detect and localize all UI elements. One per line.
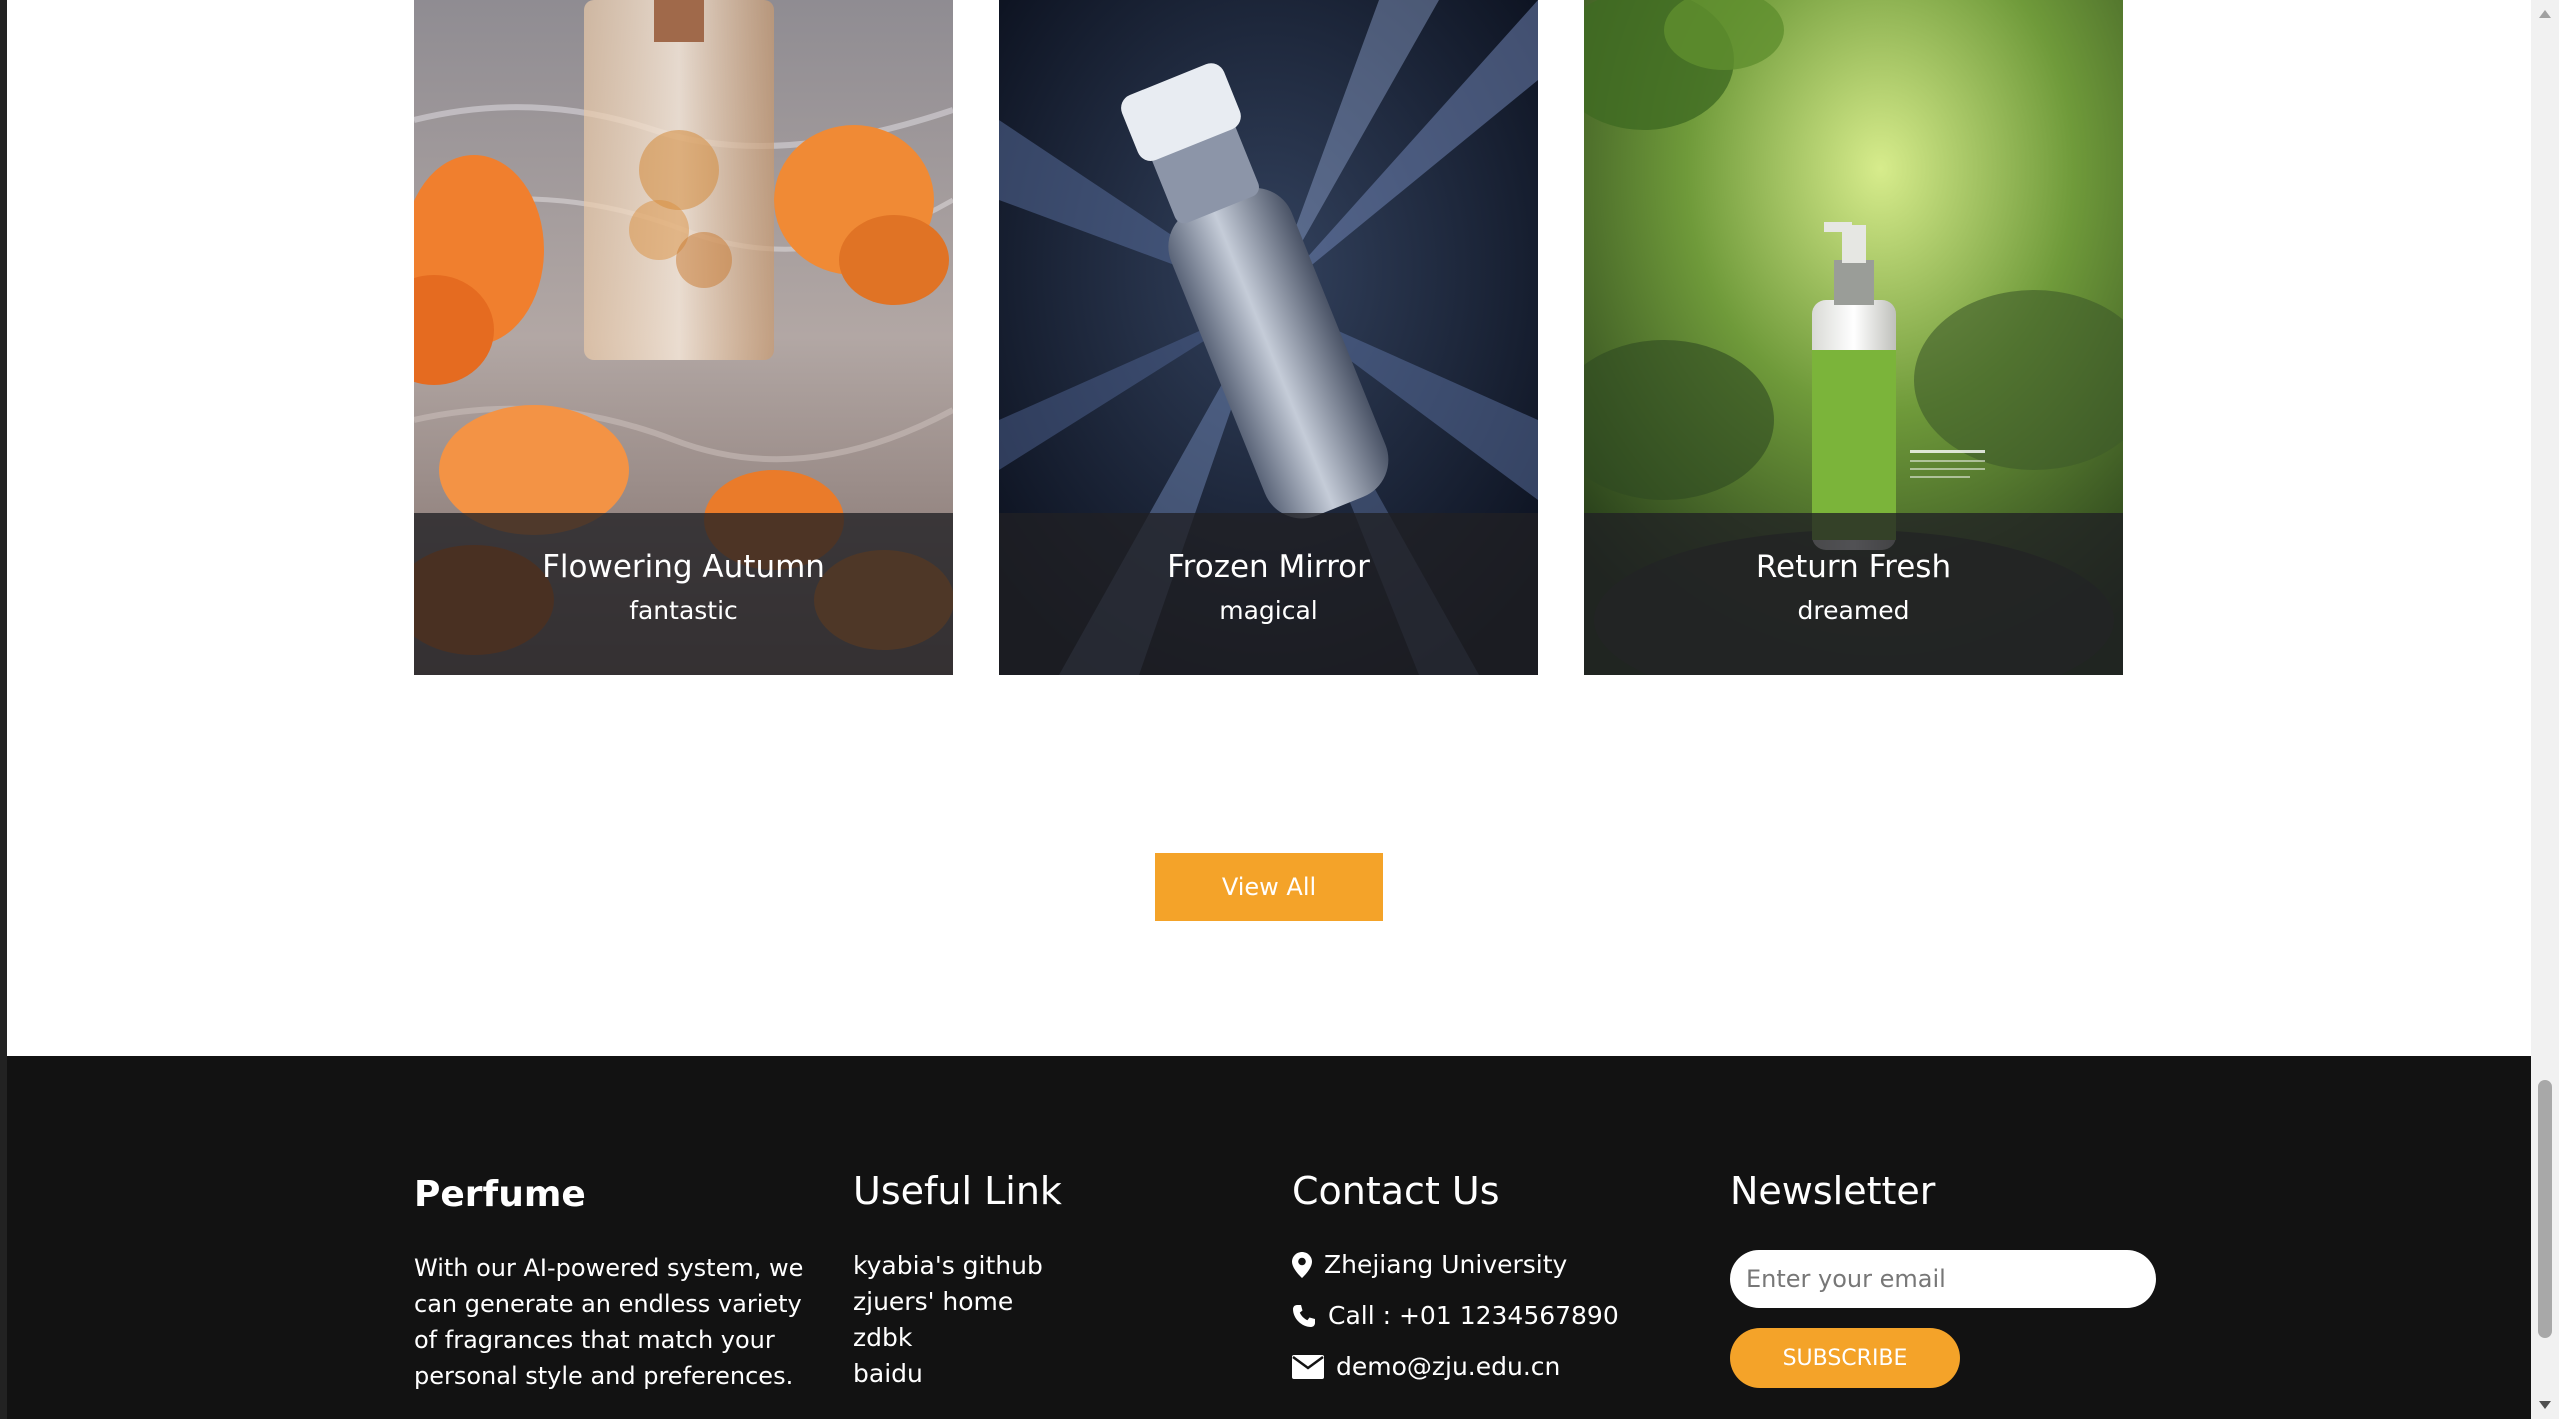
phone-icon [1293, 1305, 1315, 1327]
footer-links-title: Useful Link [853, 1169, 1062, 1213]
card-title: Return Fresh [1755, 549, 1952, 585]
footer-links-list: kyabia's github zjuers' home zdbk baidu [853, 1248, 1043, 1392]
scroll-down-arrow-icon[interactable] [2537, 1397, 2553, 1413]
map-pin-icon [1292, 1252, 1312, 1278]
newsletter-email-input[interactable] [1730, 1250, 2156, 1308]
card-subtitle: dreamed [1797, 596, 1910, 625]
footer-brand-title: Perfume [414, 1174, 586, 1215]
contact-phone-text: Call : +01 1234567890 [1328, 1301, 1619, 1330]
footer-newsletter-title: Newsletter [1730, 1169, 1936, 1213]
footer-link-zdbk[interactable]: zdbk [853, 1320, 1043, 1356]
subscribe-button[interactable]: SUBSCRIBE [1730, 1328, 1960, 1388]
card-title: Flowering Autumn [542, 549, 825, 585]
contact-location: Zhejiang University [1292, 1248, 1567, 1282]
card-title: Frozen Mirror [1167, 549, 1370, 585]
card-subtitle: magical [1219, 596, 1318, 625]
card-caption: Return Fresh dreamed [1584, 513, 2123, 675]
card-caption: Flowering Autumn fantastic [414, 513, 953, 675]
card-subtitle: fantastic [629, 596, 738, 625]
scroll-up-arrow-icon[interactable] [2537, 6, 2553, 22]
product-card-flowering-autumn[interactable]: Flowering Autumn fantastic [414, 0, 953, 675]
contact-email-text[interactable]: demo@zju.edu.cn [1336, 1350, 1560, 1384]
footer-contact-title: Contact Us [1292, 1169, 1500, 1213]
contact-phone: Call : +01 1234567890 [1292, 1299, 1619, 1333]
footer-brand-description: With our AI-powered system, we can gener… [414, 1254, 804, 1390]
contact-email: demo@zju.edu.cn [1292, 1350, 1560, 1384]
contact-location-text: Zhejiang University [1324, 1250, 1568, 1279]
page-viewport: Flowering Autumn fantastic Frozen Mirror… [7, 0, 2531, 1419]
product-card-return-fresh[interactable]: Return Fresh dreamed [1584, 0, 2123, 675]
scrollbar-thumb[interactable] [2538, 1080, 2552, 1338]
footer-link-baidu[interactable]: baidu [853, 1356, 1043, 1392]
product-card-frozen-mirror[interactable]: Frozen Mirror magical [999, 0, 1538, 675]
footer-link-zjuers-home[interactable]: zjuers' home [853, 1284, 1043, 1320]
footer-link-github[interactable]: kyabia's github [853, 1248, 1043, 1284]
view-all-button[interactable]: View All [1155, 853, 1383, 921]
envelope-icon [1292, 1355, 1324, 1379]
page-scrollbar[interactable] [2531, 0, 2559, 1419]
site-footer: Perfume With our AI-powered system, we c… [7, 1056, 2531, 1419]
card-caption: Frozen Mirror magical [999, 513, 1538, 675]
